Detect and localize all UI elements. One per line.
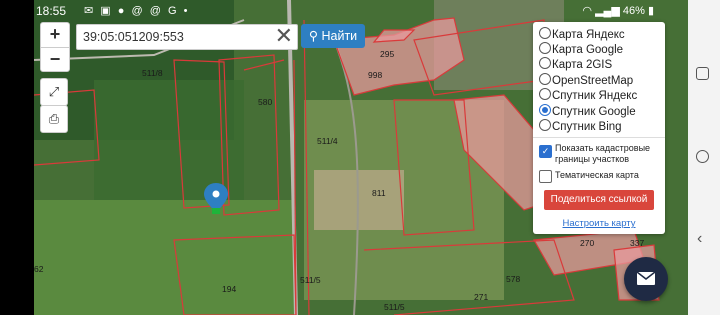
battery-icon: ▮ (647, 5, 654, 17)
map-label: 295 (380, 49, 395, 59)
show-borders-option[interactable]: ✓ Показать кадастровые границы участков (539, 143, 663, 167)
map-label: 194 (222, 284, 237, 294)
layer-label: Спутник Яндекс (552, 90, 638, 102)
layer-label: Карта 2GIS (552, 59, 613, 71)
map-label: 511/5 (384, 302, 405, 312)
back-icon: ‹ (697, 230, 703, 247)
layer-option[interactable]: OpenStreetMap (539, 73, 633, 88)
at-icon: @ (131, 5, 145, 17)
map-label: 578 (506, 274, 521, 284)
map-label: 62 (34, 264, 44, 274)
map-label: 580 (258, 97, 273, 107)
radio-icon[interactable] (539, 119, 551, 131)
thematic-map-label: Тематическая карта (555, 170, 639, 180)
map-label: 271 (474, 292, 489, 302)
status-bar: 18:55 ✉ ▣ ● @ @ G • ◠ ▂▄▆ 46% ▮ (34, 0, 688, 22)
gallery-icon: ● (117, 5, 127, 17)
layer-option[interactable]: Спутник Bing (539, 119, 622, 134)
search-box: ✕ (76, 24, 298, 50)
recent-apps-button[interactable] (696, 67, 709, 80)
map-label: 811 (372, 188, 386, 198)
at-icon: @ (149, 5, 163, 17)
battery-percent: 46% (622, 5, 645, 17)
layer-label: Спутник Bing (552, 121, 622, 133)
notification-icons: ✉ ▣ ● @ @ G • (84, 4, 189, 17)
envelope-icon: ✉ (84, 5, 96, 17)
expand-icon: ⤢ (48, 84, 60, 99)
back-button[interactable]: ‹ (697, 230, 711, 247)
status-right: ◠ ▂▄▆ 46% ▮ (582, 4, 654, 17)
map-label: 511/8 (142, 68, 163, 78)
map-label: 270 (580, 238, 595, 248)
home-button[interactable] (696, 150, 709, 163)
clear-icon[interactable]: ✕ (275, 24, 293, 48)
layer-option[interactable]: Карта 2GIS (539, 57, 612, 72)
radio-icon[interactable] (539, 57, 551, 69)
fullscreen-button[interactable]: ⤢ (40, 78, 68, 106)
google-icon: G (167, 5, 179, 17)
message-button[interactable] (624, 257, 668, 301)
layer-label: Спутник Google (552, 106, 636, 118)
printer-icon: ⎙ (48, 111, 60, 126)
divider (533, 137, 665, 138)
map-label: 511/4 (317, 136, 338, 146)
layer-option[interactable]: Карта Яндекс (539, 27, 625, 42)
layer-option[interactable]: Спутник Яндекс (539, 88, 637, 103)
layer-label: Карта Яндекс (552, 29, 625, 41)
search-input[interactable] (83, 28, 271, 46)
radio-icon[interactable] (539, 88, 551, 100)
left-edge (0, 0, 34, 315)
wifi-icon: ◠ (582, 5, 592, 17)
layer-label: OpenStreetMap (552, 75, 634, 87)
radio-icon[interactable] (539, 42, 551, 54)
map-label: 337 (630, 238, 645, 248)
configure-map-link[interactable]: Настроить карту (533, 218, 665, 229)
zoom-control: + − (40, 22, 70, 72)
search-button[interactable]: ⚲ Найти (301, 24, 365, 48)
layers-panel: Карта Яндекс Карта Google Карта 2GIS Ope… (533, 22, 665, 234)
zoom-out-button[interactable]: − (41, 48, 69, 72)
layer-option[interactable]: Спутник Google (539, 104, 636, 119)
more-icon: • (183, 5, 190, 17)
show-borders-label: Показать кадастровые границы участков (555, 143, 651, 164)
status-time: 18:55 (36, 4, 67, 18)
zoom-in-button[interactable]: + (41, 23, 69, 48)
layer-option[interactable]: Карта Google (539, 42, 623, 57)
radio-selected-icon[interactable] (539, 104, 551, 116)
share-link-button[interactable]: Поделиться ссылкой (544, 190, 654, 210)
checkbox-icon[interactable] (539, 170, 552, 183)
signal-icon: ▂▄▆ (595, 5, 620, 17)
envelope-icon (636, 271, 656, 285)
photo-icon: ▣ (100, 5, 113, 17)
thematic-map-option[interactable]: Тематическая карта (539, 170, 663, 184)
search-icon: ⚲ (308, 29, 318, 43)
checkbox-checked-icon[interactable]: ✓ (539, 145, 552, 158)
print-button[interactable]: ⎙ (40, 105, 68, 133)
radio-icon[interactable] (539, 27, 551, 39)
search-button-label: Найти (321, 29, 358, 43)
system-nav-bar: ‹ (688, 0, 720, 315)
layer-label: Карта Google (552, 44, 624, 56)
map-label: 511/5 (300, 275, 321, 285)
map-label: 998 (368, 70, 383, 80)
radio-icon[interactable] (539, 73, 551, 85)
